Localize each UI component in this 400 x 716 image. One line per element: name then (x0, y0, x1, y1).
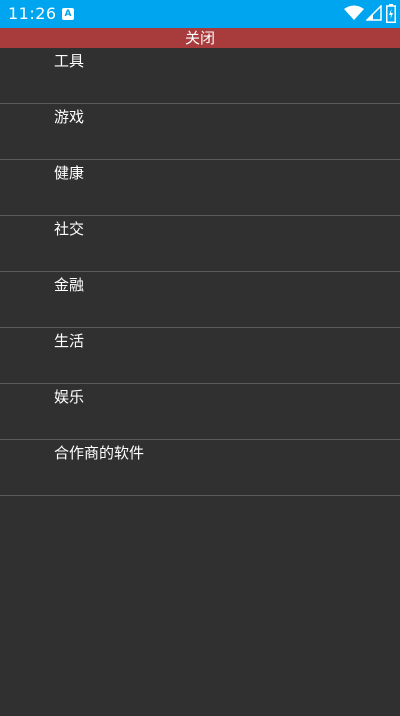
menu-item-social[interactable]: 社交 (0, 216, 400, 272)
menu-item-label: 游戏 (54, 108, 85, 126)
status-bar: 11:26 A (0, 0, 400, 28)
menu-item-entertainment[interactable]: 娱乐 (0, 384, 400, 440)
battery-icon (386, 4, 396, 23)
menu-item-partner-apps[interactable]: 合作商的软件 (0, 440, 400, 496)
menu-item-label: 社交 (54, 220, 85, 238)
signal-icon (366, 5, 382, 21)
notification-a-icon: A (62, 8, 74, 20)
menu-item-games[interactable]: 游戏 (0, 104, 400, 160)
menu-item-label: 娱乐 (54, 388, 85, 406)
menu-item-tools[interactable]: 工具 (0, 48, 400, 104)
menu-item-finance[interactable]: 金融 (0, 272, 400, 328)
menu-item-label: 金融 (54, 276, 85, 294)
wifi-icon (344, 5, 364, 20)
menu-item-label: 健康 (54, 164, 85, 182)
menu-item-label: 合作商的软件 (54, 444, 145, 462)
menu-item-label: 生活 (54, 332, 85, 350)
category-menu: 工具 游戏 健康 社交 金融 生活 娱乐 合作商的软件 (0, 48, 400, 496)
menu-item-label: 工具 (54, 52, 85, 70)
close-button[interactable]: 关闭 (0, 28, 400, 48)
notification-a-letter: A (64, 9, 72, 19)
menu-item-life[interactable]: 生活 (0, 328, 400, 384)
status-time: 11:26 (8, 4, 57, 23)
menu-item-health[interactable]: 健康 (0, 160, 400, 216)
